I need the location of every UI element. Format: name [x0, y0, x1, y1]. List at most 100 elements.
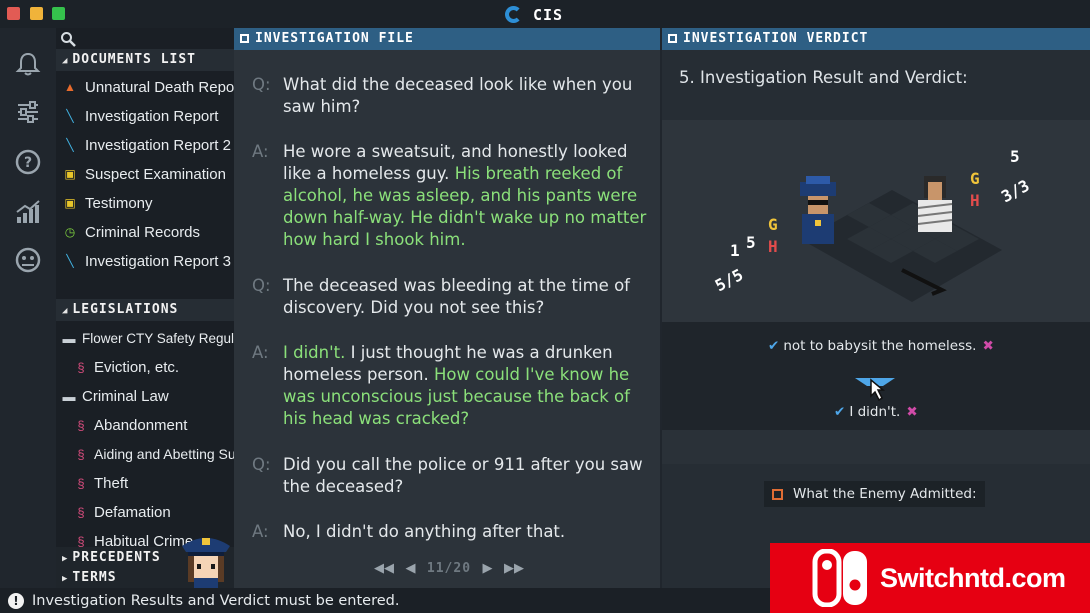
doc-investigation-report[interactable]: ╲ Investigation Report — [60, 103, 218, 129]
app-logo-icon — [505, 6, 522, 23]
doc-label: Investigation Report 3 — [85, 252, 231, 270]
left-stat: G — [768, 215, 778, 234]
doc-unnatural-death-report[interactable]: ▲ Unnatural Death Report — [60, 74, 243, 100]
doc-label: Testimony — [85, 194, 153, 212]
law-label: Abandonment — [94, 416, 188, 434]
documents-list-header[interactable]: ◢ DOCUMENTS LIST — [56, 49, 234, 71]
investigation-file-header: INVESTIGATION FILE — [234, 28, 660, 50]
close-window-button[interactable] — [7, 7, 20, 20]
search-icon[interactable] — [60, 31, 76, 51]
svg-text:?: ? — [24, 155, 32, 171]
badge-icon: ▣ — [64, 167, 76, 181]
bell-icon[interactable] — [14, 50, 42, 78]
status-message: Investigation Results and Verdict must b… — [32, 592, 400, 609]
left-stat: 5 — [746, 233, 756, 252]
doc-criminal-records[interactable]: ◷ Criminal Records — [60, 219, 200, 245]
checkbox-icon[interactable] — [772, 488, 783, 500]
folder-icon: ▬ — [62, 388, 76, 404]
law-abandonment[interactable]: § Abandonment — [74, 412, 187, 438]
pen-icon: ╲ — [66, 138, 74, 152]
qa-entry: Q: What did the deceased look like when … — [252, 74, 647, 118]
q-label: Q: — [252, 455, 271, 474]
verdict-option-slot[interactable] — [662, 430, 1090, 464]
qa-entry: Q: Did you call the police or 911 after … — [252, 454, 647, 498]
q-label: Q: — [252, 75, 271, 94]
cone-icon: ▲ — [64, 80, 76, 94]
terms-title: TERMS — [72, 570, 117, 585]
sliders-icon[interactable] — [14, 98, 42, 126]
enemy-admitted-label: What the Enemy Admitted: — [793, 486, 977, 502]
cross-icon[interactable]: ✖ — [906, 404, 917, 420]
investigation-verdict-panel: INVESTIGATION VERDICT 5. Investigation R… — [662, 28, 1090, 588]
cross-icon[interactable]: ✖ — [982, 338, 993, 354]
doc-suspect-examination[interactable]: ▣ Suspect Examination — [60, 161, 226, 187]
answer-text: I didn't. I just thought he was a drunke… — [283, 342, 648, 430]
investigation-verdict-title: INVESTIGATION VERDICT — [683, 31, 869, 46]
check-icon[interactable]: ✔ — [834, 404, 845, 420]
doc-label: Criminal Records — [85, 223, 201, 241]
doc-label: Investigation Report — [85, 107, 219, 125]
pager: ◀◀ ◀ 11/20 ▶ ▶▶ — [374, 559, 524, 577]
verdict-question-title: 5. Investigation Result and Verdict: — [679, 68, 968, 87]
folder-icon: ▬ — [62, 330, 76, 346]
legislations-header[interactable]: ◢ LEGISLATIONS — [56, 299, 234, 321]
doc-investigation-report-3[interactable]: ╲ Investigation Report 3 — [60, 248, 231, 274]
right-stat: 5 — [1010, 147, 1020, 166]
clock-icon: ◷ — [64, 225, 76, 239]
folder-criminal-law[interactable]: ▬ Criminal Law — [62, 383, 169, 409]
a-label: A: — [252, 142, 269, 161]
badge-icon: ▣ — [64, 196, 76, 210]
stats-icon[interactable] — [14, 198, 42, 226]
maximize-window-button[interactable] — [52, 7, 65, 20]
settings-face-icon[interactable] — [14, 246, 42, 274]
law-label: Defamation — [94, 503, 171, 521]
answer-highlight[interactable]: No, I didn't do anything after that. — [283, 521, 648, 543]
drag-handle-icon[interactable] — [853, 372, 897, 402]
next-page-icon[interactable]: ▶ — [483, 561, 493, 576]
answer-highlight[interactable]: I didn't. — [283, 343, 345, 362]
law-label: Criminal Law — [82, 387, 169, 405]
minimize-window-button[interactable] — [30, 7, 43, 20]
verdict-option-2[interactable]: ✔ I didn't. ✖ — [834, 404, 918, 420]
law-theft[interactable]: § Theft — [74, 470, 128, 496]
precedents-title: PRECEDENTS — [72, 550, 161, 565]
qa-entry: A: He wore a sweatsuit, and honestly loo… — [252, 141, 647, 251]
question-text: The deceased was bleeding at the time of… — [283, 276, 630, 317]
right-stat: 3/3 — [998, 176, 1032, 206]
last-page-icon[interactable]: ▶▶ — [504, 561, 524, 576]
law-icon: § — [77, 446, 85, 462]
doc-label: Unnatural Death Report — [85, 78, 244, 96]
question-text: What did the deceased look like when you… — [283, 75, 633, 116]
first-page-icon[interactable]: ◀◀ — [374, 561, 394, 576]
right-stat: H — [970, 191, 980, 210]
option-text: I didn't. — [849, 404, 901, 420]
battle-scene-illustration: 1 5 G H 5/5 5 G 3/3 H — [712, 147, 1033, 302]
verdict-option-1[interactable]: ✔ not to babysit the homeless. ✖ — [768, 338, 994, 354]
left-stat: 5/5 — [712, 265, 746, 295]
investigation-file-title: INVESTIGATION FILE — [255, 31, 414, 46]
pen-icon: ╲ — [66, 254, 74, 268]
law-label: Theft — [94, 474, 129, 492]
legislations-title: LEGISLATIONS — [72, 302, 179, 317]
question-text: Did you call the police or 911 after you… — [283, 455, 643, 496]
app-title: CIS — [533, 6, 564, 24]
switch-logo-icon — [812, 548, 870, 608]
doc-investigation-report-2[interactable]: ╲ Investigation Report 2 — [60, 132, 231, 158]
check-icon[interactable]: ✔ — [768, 338, 779, 354]
doc-testimony[interactable]: ▣ Testimony — [60, 190, 153, 216]
documents-sidebar: ◢ DOCUMENTS LIST ▲ Unnatural Death Report … — [56, 28, 270, 589]
prev-page-icon[interactable]: ◀ — [405, 561, 415, 576]
alert-icon: ! — [8, 592, 24, 609]
panel-icon — [240, 34, 249, 43]
enemy-admitted-field[interactable]: What the Enemy Admitted: — [764, 481, 985, 507]
law-eviction[interactable]: § Eviction, etc. — [74, 354, 179, 380]
help-icon[interactable]: ? — [14, 148, 42, 176]
law-defamation[interactable]: § Defamation — [74, 499, 171, 525]
law-icon: § — [77, 417, 85, 433]
q-label: Q: — [252, 276, 271, 295]
verdict-scene: 1 5 G H 5/5 5 G 3/3 H — [662, 120, 1090, 322]
left-stat: H — [768, 237, 778, 256]
a-label: A: — [252, 343, 269, 362]
doc-label: Suspect Examination — [85, 165, 226, 183]
option-text: not to babysit the homeless. — [783, 338, 977, 354]
